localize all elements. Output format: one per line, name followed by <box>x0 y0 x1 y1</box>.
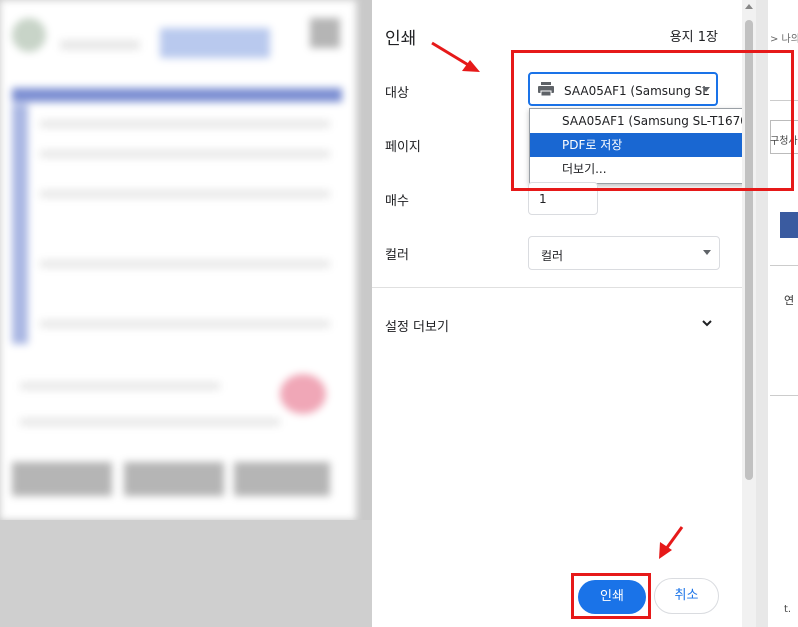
color-select[interactable]: 컬러 <box>528 236 720 270</box>
pages-label: 페이지 <box>385 140 421 155</box>
copies-value: 1 <box>539 192 547 206</box>
color-value: 컬러 <box>541 249 564 263</box>
scroll-up-arrow-icon[interactable] <box>745 4 753 9</box>
destination-label: 대상 <box>385 86 409 101</box>
annotation-box-print <box>571 573 651 619</box>
background-side-label: 연 <box>784 294 795 307</box>
expand-chevron-icon[interactable] <box>700 316 714 330</box>
preview-page <box>0 0 356 520</box>
color-label: 컬러 <box>385 248 409 263</box>
print-preview <box>0 0 372 627</box>
breadcrumb: > 나의 <box>770 34 798 45</box>
divider <box>372 287 742 288</box>
background-button <box>780 212 798 238</box>
preview-background <box>0 520 372 627</box>
copies-label: 매수 <box>385 194 409 209</box>
more-settings-label[interactable]: 설정 더보기 <box>385 316 449 335</box>
chevron-down-icon <box>703 250 711 255</box>
sheet-count: 용지 1장 <box>669 30 718 45</box>
annotation-box-destination <box>511 50 794 191</box>
cancel-button[interactable]: 취소 <box>654 578 719 614</box>
dialog-title: 인쇄 <box>385 29 417 49</box>
background-footer-text: t. <box>784 604 792 615</box>
